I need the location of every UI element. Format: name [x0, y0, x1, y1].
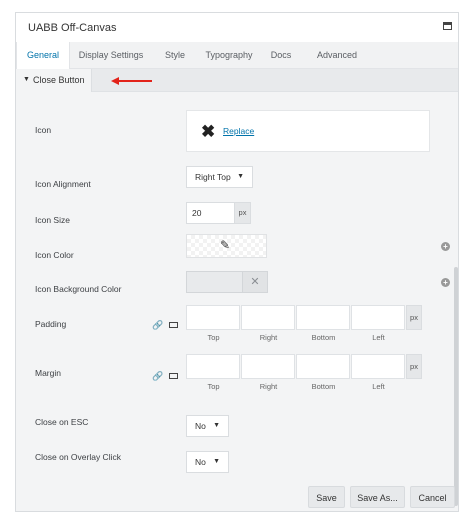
tab-advanced[interactable]: Advanced [307, 42, 367, 68]
close-on-overlay-label: Close on Overlay Click [35, 452, 121, 462]
close-x-icon: ✖ [201, 122, 216, 141]
section-content: Icon ✖ Replace Icon Alignment Right Top … [16, 92, 458, 511]
close-on-overlay-select[interactable]: No ▼ [186, 451, 229, 473]
side-label: Left [372, 333, 385, 342]
icon-bg-color-label: Icon Background Color [35, 284, 122, 294]
minimize-icon[interactable] [443, 22, 452, 30]
padding-unit: px [406, 305, 422, 330]
chevron-down-icon: ▼ [23, 76, 30, 83]
icon-alignment-value: Right Top [195, 172, 231, 182]
padding-left-input[interactable] [351, 305, 405, 330]
icon-bg-color-picker[interactable]: ✕ [186, 271, 268, 293]
icon-size-input[interactable]: 20 [186, 202, 235, 224]
side-label: Right [259, 382, 278, 391]
save-as-button[interactable]: Save As... [350, 486, 405, 508]
section-title: Close Button [33, 75, 85, 85]
padding-right-input[interactable] [241, 305, 295, 330]
icon-color-label: Icon Color [35, 250, 74, 260]
padding-bottom-input[interactable] [296, 305, 350, 330]
icon-alignment-select[interactable]: Right Top ▼ [186, 166, 253, 188]
chevron-down-icon: ▼ [213, 458, 220, 465]
side-label: Top [207, 333, 220, 342]
add-preset-icon[interactable]: + [441, 242, 450, 251]
tab-docs[interactable]: Docs [264, 42, 298, 68]
annotation-arrow [118, 80, 152, 82]
eyedropper-icon: ✎ [220, 238, 231, 252]
side-label: Bottom [311, 382, 336, 391]
monitor-icon[interactable] [169, 322, 178, 328]
padding-label: Padding [35, 319, 67, 329]
margin-side-labels: Top Right Bottom Left [186, 382, 406, 391]
margin-right-input[interactable] [241, 354, 295, 379]
chevron-down-icon: ▼ [213, 422, 220, 429]
tab-style[interactable]: Style [156, 42, 194, 68]
icon-label: Icon [35, 125, 52, 135]
tab-general[interactable]: General [16, 42, 70, 69]
scrollbar[interactable] [454, 267, 458, 506]
side-label: Right [259, 333, 278, 342]
padding-side-labels: Top Right Bottom Left [186, 333, 406, 342]
icon-size-unit: px [235, 202, 251, 224]
icon-picker: ✖ Replace [186, 110, 430, 152]
icon-color-picker[interactable]: ✎ [186, 234, 267, 258]
side-label: Bottom [311, 333, 336, 342]
link-icon[interactable]: 🔗 [152, 371, 163, 382]
close-on-esc-value: No [195, 421, 206, 431]
tab-bar: General Display Settings Style Typograph… [16, 42, 458, 69]
side-label: Top [207, 382, 220, 391]
tab-typography[interactable]: Typography [199, 42, 259, 68]
chevron-down-icon: ▼ [237, 173, 244, 180]
close-on-overlay-value: No [195, 457, 206, 467]
tab-display-settings[interactable]: Display Settings [71, 42, 151, 68]
section-header: ▼ Close Button [16, 69, 458, 92]
title-bar: UABB Off-Canvas [16, 13, 458, 43]
section-toggle-close-button[interactable]: ▼ Close Button [16, 69, 92, 92]
margin-unit: px [406, 354, 422, 379]
window-title: UABB Off-Canvas [28, 22, 117, 34]
icon-size-label: Icon Size [35, 215, 70, 225]
close-on-esc-select[interactable]: No ▼ [186, 415, 229, 437]
settings-panel: UABB Off-Canvas General Display Settings… [15, 12, 459, 512]
cancel-button[interactable]: Cancel [410, 486, 455, 508]
icon-alignment-label: Icon Alignment [35, 179, 91, 189]
margin-left-input[interactable] [351, 354, 405, 379]
padding-inputs: px [186, 305, 422, 330]
margin-top-input[interactable] [186, 354, 240, 379]
padding-top-input[interactable] [186, 305, 240, 330]
close-on-esc-label: Close on ESC [35, 417, 89, 427]
link-icon[interactable]: 🔗 [152, 320, 163, 331]
clear-icon[interactable]: ✕ [242, 272, 267, 292]
side-label: Left [372, 382, 385, 391]
add-preset-icon[interactable]: + [441, 278, 450, 287]
margin-label: Margin [35, 368, 61, 378]
margin-bottom-input[interactable] [296, 354, 350, 379]
save-button[interactable]: Save [308, 486, 345, 508]
margin-inputs: px [186, 354, 422, 379]
replace-icon-link[interactable]: Replace [223, 126, 254, 136]
monitor-icon[interactable] [169, 373, 178, 379]
